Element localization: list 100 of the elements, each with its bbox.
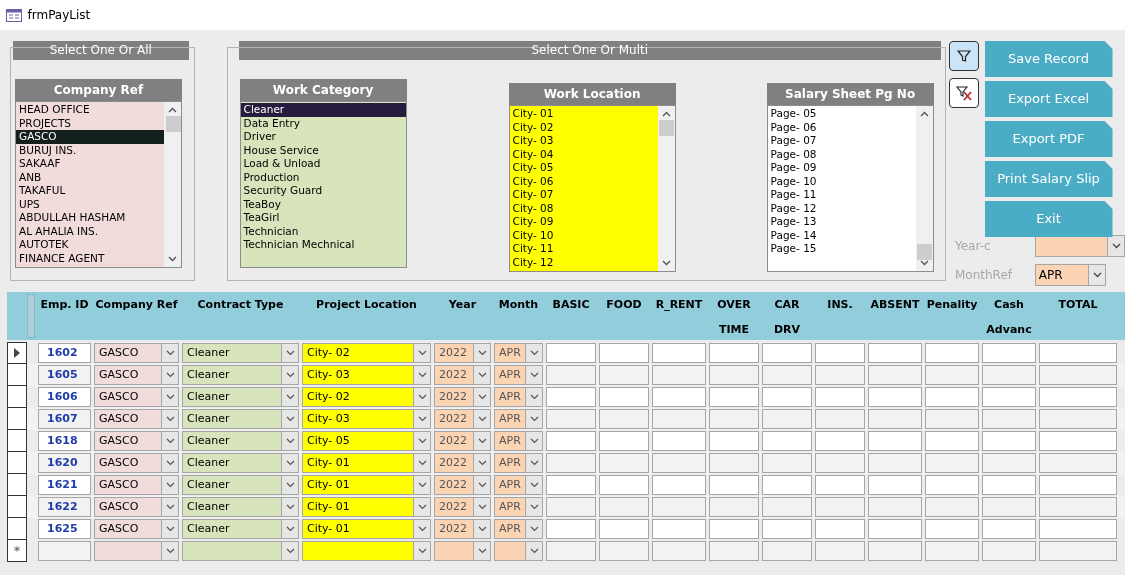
combo-field[interactable]: Cleaner bbox=[182, 453, 299, 473]
dropdown-button[interactable] bbox=[413, 498, 430, 516]
list-item[interactable]: Technician bbox=[240, 224, 406, 238]
number-field[interactable] bbox=[709, 475, 759, 495]
dropdown-button[interactable] bbox=[161, 366, 178, 384]
combo-field[interactable]: APR bbox=[494, 453, 543, 473]
combo-field[interactable]: APR bbox=[494, 409, 543, 429]
number-field[interactable] bbox=[652, 453, 706, 473]
emp-id-field[interactable]: 1620 bbox=[38, 453, 91, 473]
dropdown-button[interactable] bbox=[281, 388, 298, 406]
number-field[interactable] bbox=[868, 541, 922, 561]
dropdown-button[interactable] bbox=[161, 476, 178, 494]
number-field[interactable] bbox=[546, 343, 596, 363]
row-selector[interactable] bbox=[7, 342, 27, 364]
number-field[interactable] bbox=[762, 497, 812, 517]
number-field[interactable] bbox=[925, 519, 979, 539]
number-field[interactable] bbox=[599, 343, 649, 363]
combo-field[interactable]: 2022 bbox=[434, 387, 491, 407]
number-field[interactable] bbox=[652, 387, 706, 407]
number-field[interactable] bbox=[762, 541, 812, 561]
number-field[interactable] bbox=[925, 541, 979, 561]
number-field[interactable] bbox=[546, 497, 596, 517]
number-field[interactable] bbox=[1039, 519, 1117, 539]
number-field[interactable] bbox=[709, 541, 759, 561]
list-item[interactable]: City- 07 bbox=[509, 188, 658, 202]
number-field[interactable] bbox=[982, 409, 1036, 429]
combo-field[interactable]: Cleaner bbox=[182, 365, 299, 385]
number-field[interactable] bbox=[546, 475, 596, 495]
dropdown-button[interactable] bbox=[161, 388, 178, 406]
dropdown-button[interactable] bbox=[525, 344, 542, 362]
list-item[interactable]: Technician Mechnical bbox=[240, 238, 406, 252]
dropdown-button[interactable] bbox=[1107, 236, 1124, 256]
dropdown-button[interactable] bbox=[525, 498, 542, 516]
number-field[interactable] bbox=[925, 387, 979, 407]
list-item[interactable]: Page- 05 bbox=[767, 107, 916, 121]
dropdown-button[interactable] bbox=[161, 410, 178, 428]
combo-field[interactable]: 2022 bbox=[434, 497, 491, 517]
list-item[interactable]: Page- 06 bbox=[767, 120, 916, 134]
list-item[interactable]: Page- 13 bbox=[767, 215, 916, 229]
combo-field[interactable]: City- 02 bbox=[302, 387, 431, 407]
list-item[interactable]: City- 06 bbox=[509, 174, 658, 188]
list-item[interactable]: AL AHALIA INS. bbox=[16, 224, 164, 238]
number-field[interactable] bbox=[762, 365, 812, 385]
list-item[interactable]: Page- 11 bbox=[767, 188, 916, 202]
number-field[interactable] bbox=[546, 541, 596, 561]
number-field[interactable] bbox=[546, 387, 596, 407]
combo-field[interactable] bbox=[494, 541, 543, 561]
combo-field[interactable]: APR bbox=[494, 365, 543, 385]
emp-id-field[interactable]: 1605 bbox=[38, 365, 91, 385]
combo-field[interactable]: APR bbox=[494, 519, 543, 539]
row-selector[interactable] bbox=[7, 474, 27, 496]
combo-field[interactable]: GASCO bbox=[94, 519, 179, 539]
number-field[interactable] bbox=[652, 475, 706, 495]
number-field[interactable] bbox=[868, 519, 922, 539]
list-item[interactable]: Cleaner bbox=[240, 103, 406, 117]
emp-id-field[interactable] bbox=[38, 541, 91, 561]
list-item[interactable]: City- 02 bbox=[509, 120, 658, 134]
emp-id-field[interactable]: 1622 bbox=[38, 497, 91, 517]
combo-field[interactable]: City- 01 bbox=[302, 453, 431, 473]
combo-field[interactable]: Cleaner bbox=[182, 475, 299, 495]
combo-field[interactable]: APR bbox=[494, 387, 543, 407]
combo-field[interactable]: City- 03 bbox=[302, 365, 431, 385]
list-item[interactable]: ABDULLAH HASHAM bbox=[16, 211, 164, 225]
number-field[interactable] bbox=[982, 497, 1036, 517]
number-field[interactable] bbox=[868, 387, 922, 407]
number-field[interactable] bbox=[925, 409, 979, 429]
combo-field[interactable]: 2022 bbox=[434, 409, 491, 429]
combo-field[interactable] bbox=[182, 541, 299, 561]
combo-field[interactable]: Cleaner bbox=[182, 409, 299, 429]
scrollbar[interactable] bbox=[915, 106, 933, 271]
scrollbar[interactable] bbox=[657, 106, 675, 271]
number-field[interactable] bbox=[546, 409, 596, 429]
number-field[interactable] bbox=[815, 519, 865, 539]
combo-field[interactable]: APR bbox=[494, 497, 543, 517]
number-field[interactable] bbox=[925, 475, 979, 495]
row-selector[interactable] bbox=[7, 430, 27, 452]
combo-field[interactable]: 2022 bbox=[434, 519, 491, 539]
combo-field[interactable]: Cleaner bbox=[182, 431, 299, 451]
number-field[interactable] bbox=[709, 365, 759, 385]
list-item[interactable]: House Service bbox=[240, 143, 406, 157]
number-field[interactable] bbox=[868, 343, 922, 363]
combo-field[interactable]: GASCO bbox=[94, 387, 179, 407]
number-field[interactable] bbox=[652, 409, 706, 429]
combo-field[interactable] bbox=[302, 541, 431, 561]
dropdown-button[interactable] bbox=[525, 366, 542, 384]
number-field[interactable] bbox=[982, 519, 1036, 539]
emp-id-field[interactable]: 1618 bbox=[38, 431, 91, 451]
dropdown-button[interactable] bbox=[525, 410, 542, 428]
list-item[interactable]: Data Entry bbox=[240, 116, 406, 130]
number-field[interactable] bbox=[709, 431, 759, 451]
dropdown-button[interactable] bbox=[473, 366, 490, 384]
number-field[interactable] bbox=[546, 519, 596, 539]
combo-field[interactable]: City- 05 bbox=[302, 431, 431, 451]
number-field[interactable] bbox=[709, 409, 759, 429]
number-field[interactable] bbox=[709, 343, 759, 363]
list-item[interactable]: PROJECTS bbox=[16, 116, 164, 130]
dropdown-button[interactable] bbox=[161, 520, 178, 538]
number-field[interactable] bbox=[815, 431, 865, 451]
number-field[interactable] bbox=[982, 453, 1036, 473]
combo-field[interactable] bbox=[94, 541, 179, 561]
